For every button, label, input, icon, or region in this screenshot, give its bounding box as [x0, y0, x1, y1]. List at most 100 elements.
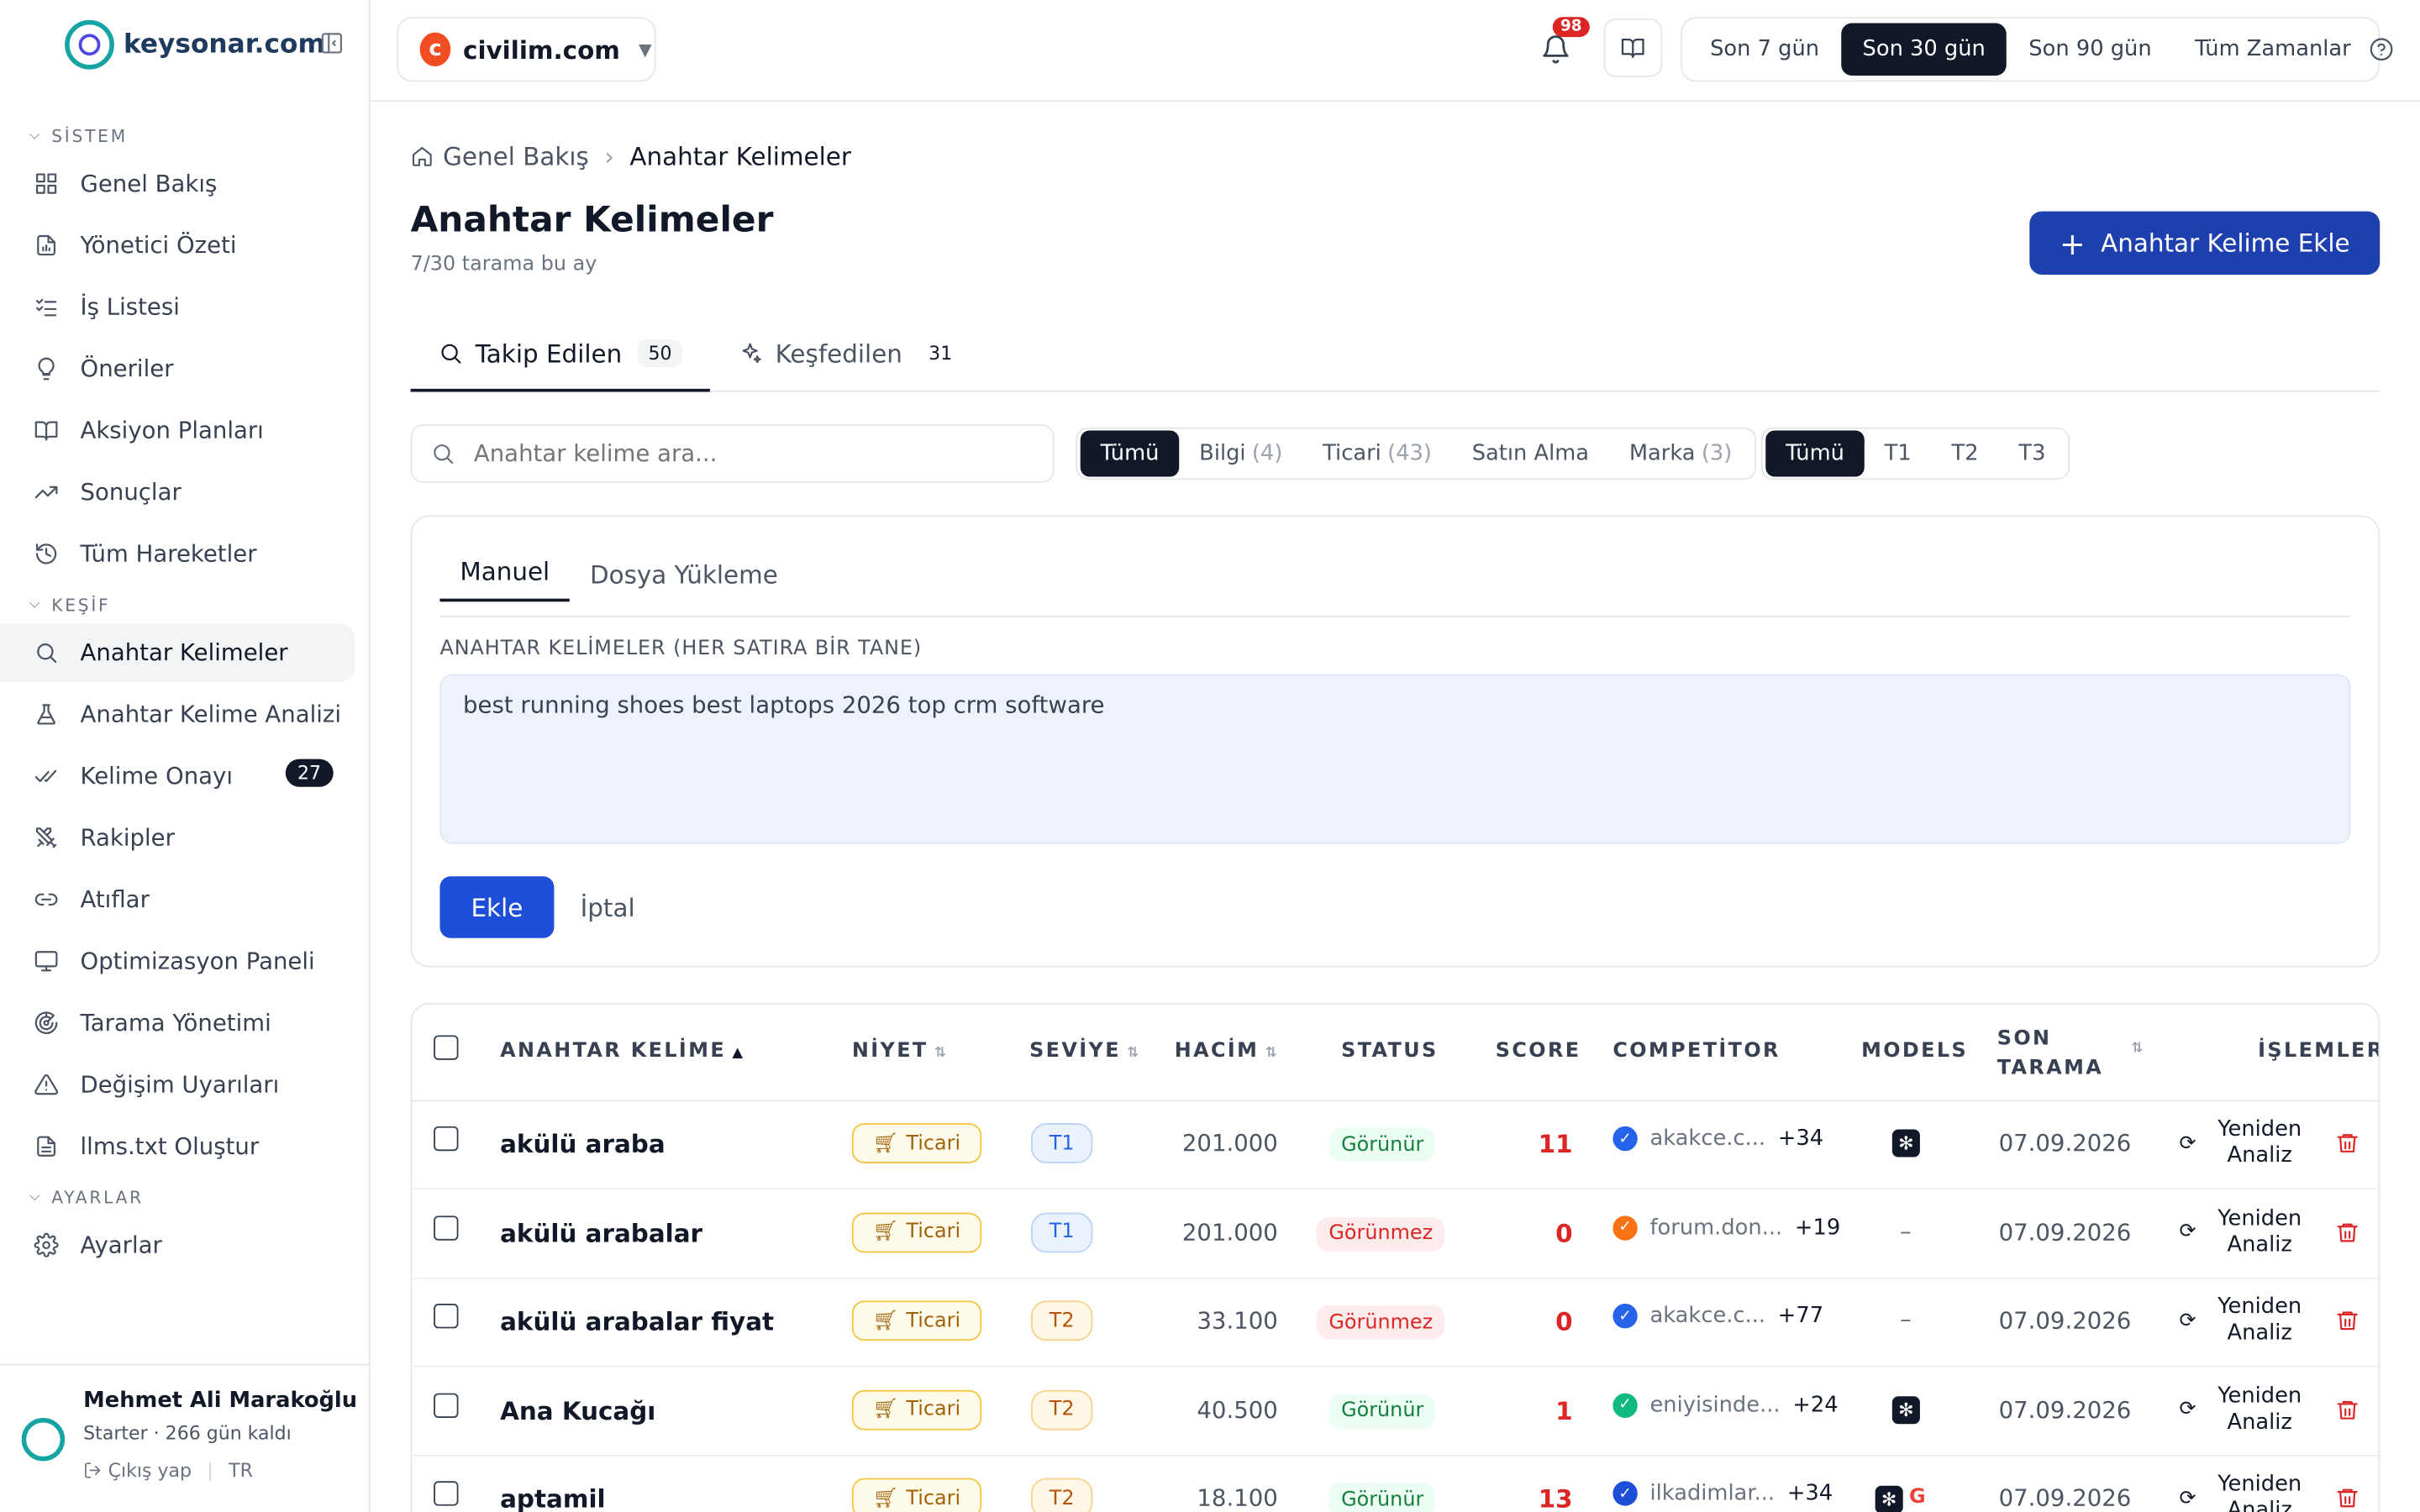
range-son-7-gun[interactable]: Son 7 gün — [1688, 24, 1840, 76]
intent-filter-ticari[interactable]: Ticari (43) — [1302, 430, 1452, 476]
intent-filter-bilgi[interactable]: Bilgi (4) — [1179, 430, 1302, 476]
range-son-30-gun[interactable]: Son 30 gün — [1840, 23, 2007, 76]
bell-icon[interactable] — [1540, 34, 1571, 65]
trash-icon[interactable] — [2335, 1131, 2360, 1155]
sidebar-item-tum-hareketler[interactable]: Tüm Hareketler — [0, 524, 355, 583]
row-checkbox[interactable] — [434, 1126, 459, 1152]
col-last-scan[interactable]: SON TARAMA — [1997, 1025, 2103, 1084]
search-input[interactable] — [471, 438, 1033, 470]
range-son-90-gun[interactable]: Son 90 gün — [2007, 24, 2174, 76]
table-row[interactable]: akülü arabalar fiyat 🛒︎ Ticari T2 33.100 Görü… — [412, 1278, 2379, 1368]
add-keyword-button[interactable]: + Anahtar Kelime Ekle — [2029, 211, 2381, 275]
site-selector[interactable]: c civilim.com ▼ — [397, 17, 656, 82]
level-filter-t3[interactable]: T3 — [1998, 430, 2065, 476]
check-double-icon — [34, 769, 57, 783]
breadcrumb-home[interactable]: Genel Bakış — [443, 142, 589, 171]
reanalyze-button[interactable]: ⟳ Yeniden Analiz — [2179, 1294, 2302, 1347]
sidebar-item-anahtar-kelimeler[interactable]: Anahtar Kelimeler — [0, 623, 355, 682]
table-row[interactable]: aptamil 🛒︎ Ticari T2 18.100 Görünür 13 ✓ ilkadim… — [412, 1455, 2378, 1512]
intent-filter-tumu[interactable]: Tümü — [1080, 430, 1180, 477]
row-checkbox[interactable] — [434, 1392, 459, 1418]
sidebar-item-is-listesi[interactable]: İş Listesi — [0, 278, 355, 337]
avatar[interactable] — [21, 1417, 66, 1462]
models-empty: – — [1900, 1216, 1912, 1245]
competitor-cell[interactable]: ✓ akakce.c... +77 — [1612, 1304, 1823, 1329]
keyword-cell[interactable]: akülü arabalar fiyat — [500, 1307, 774, 1336]
competitor-cell[interactable]: ✓ eniyisinde... +24 — [1612, 1392, 1839, 1418]
sidebar-item-genel-bakis[interactable]: Genel Bakış — [0, 155, 355, 213]
row-checkbox[interactable] — [434, 1215, 459, 1240]
logo[interactable]: keysonar.com — [0, 0, 369, 71]
submit-button[interactable]: Ekle — [439, 876, 555, 938]
sidebar-item-yonetici-ozeti[interactable]: Yönetici Özeti — [0, 216, 355, 275]
table-row[interactable]: akülü arabalar 🛒︎ Ticari T1 201.000 Görünmez 0… — [412, 1189, 2379, 1278]
level-filter-tumu[interactable]: Tümü — [1765, 430, 1865, 477]
sidebar-item-kelime-onayi[interactable]: Kelime Onayı 27 — [0, 747, 355, 806]
table-row[interactable]: Ana Kucağı 🛒︎ Ticari T2 40.500 Görünür 1 ✓ eniyi… — [412, 1366, 2379, 1456]
keyword-cell[interactable]: akülü arabalar — [500, 1218, 702, 1247]
sidebar-item-aksiyon-planlari[interactable]: Aksiyon Planları — [0, 402, 355, 460]
reanalyze-button[interactable]: ⟳ Yeniden Analiz — [2179, 1472, 2302, 1512]
trash-icon[interactable] — [2335, 1486, 2360, 1510]
tab-tracked[interactable]: Takip Edilen 50 — [410, 318, 711, 392]
sidebar-item-atiflar[interactable]: Atıflar — [0, 870, 355, 929]
col-level[interactable]: SEVİYE ⇅ — [1029, 1040, 1140, 1063]
competitor-cell[interactable]: ✓ ilkadimlar... +34 — [1612, 1481, 1833, 1506]
reanalyze-button[interactable]: ⟳ Yeniden Analiz — [2179, 1383, 2302, 1436]
tab-discovered[interactable]: Keşfedilen 31 — [710, 318, 991, 388]
language-toggle[interactable]: TR — [229, 1460, 253, 1482]
reanalyze-button[interactable]: ⟳ Yeniden Analiz — [2179, 1205, 2302, 1257]
intent-filter-marka[interactable]: Marka (3) — [1609, 430, 1752, 476]
sidebar-item-ayarlar[interactable]: Ayarlar — [0, 1215, 355, 1274]
competitor-cell[interactable]: ✓ akakce.c... +34 — [1612, 1126, 1823, 1152]
keywords-textarea[interactable]: best running shoes best laptops 2026 top… — [439, 674, 2351, 844]
sidebar-item-optimizasyon-paneli[interactable]: Optimizasyon Paneli — [0, 932, 355, 990]
tab-manual[interactable]: Manuel — [439, 544, 571, 602]
sidebar-item-degisim-uyarilari[interactable]: Değişim Uyarıları — [0, 1055, 355, 1114]
docs-button[interactable] — [1603, 18, 1663, 77]
sidebar-item-tarama-yonetimi[interactable]: Tarama Yönetimi — [0, 994, 355, 1053]
swords-icon — [35, 827, 57, 848]
level-filter-t1[interactable]: T1 — [1865, 430, 1932, 476]
section-sistem[interactable]: ⌵ SİSTEM — [0, 120, 369, 151]
home-icon[interactable] — [411, 145, 434, 169]
intent-filter-satin-alma[interactable]: Satın Alma — [1452, 430, 1609, 476]
last-scan-cell: 07.09.2026 — [1998, 1395, 2132, 1424]
sidebar-item-sonuclar[interactable]: Sonuçlar — [0, 463, 355, 522]
logout-link[interactable]: Çıkış yap — [108, 1460, 192, 1482]
sort-icon[interactable]: ⇅ — [2132, 1042, 2145, 1057]
trash-icon[interactable] — [2335, 1309, 2360, 1333]
sidebar-item-oneriler[interactable]: Öneriler — [0, 339, 355, 398]
trash-icon[interactable] — [2335, 1220, 2360, 1244]
col-volume[interactable]: HACİM ⇅ — [1175, 1040, 1279, 1063]
reanalyze-button[interactable]: ⟳ Yeniden Analiz — [2179, 1117, 2302, 1169]
sidebar-collapse-icon[interactable] — [319, 31, 344, 55]
row-checkbox[interactable] — [434, 1481, 459, 1506]
keyword-cell[interactable]: aptamil — [500, 1484, 606, 1512]
col-intent[interactable]: NİYET ⇅ — [852, 1040, 948, 1063]
competitor-favicon-icon: ✓ — [1612, 1392, 1638, 1418]
sidebar-item-label: Sonuçlar — [80, 478, 182, 507]
sidebar-item-rakipler[interactable]: Rakipler — [0, 808, 355, 867]
competitor-cell[interactable]: ✓ forum.don... +19 — [1612, 1215, 1840, 1240]
trash-icon[interactable] — [2335, 1397, 2360, 1421]
help-icon[interactable] — [2369, 37, 2393, 61]
sidebar-item-llms-txt-olustur[interactable]: llms.txt Oluştur — [0, 1117, 355, 1176]
sidebar-item-anahtar-kelime-analizi[interactable]: Anahtar Kelime Analizi — [0, 685, 355, 744]
section-ayarlar[interactable]: ⌵ AYARLAR — [0, 1182, 369, 1213]
keyword-cell[interactable]: Ana Kucağı — [500, 1395, 655, 1425]
level-filter-t2[interactable]: T2 — [1932, 430, 1999, 476]
range-tum-zamanlar[interactable]: Tüm Zamanlar — [2173, 24, 2372, 76]
score-cell: 0 — [1555, 1218, 1573, 1248]
row-checkbox[interactable] — [434, 1304, 459, 1329]
select-all-checkbox[interactable] — [434, 1035, 459, 1060]
col-keyword[interactable]: ANAHTAR KELİME ▲ — [500, 1040, 744, 1063]
logout-icon[interactable] — [83, 1461, 102, 1479]
table-row[interactable]: akülü araba 🛒︎ Ticari T1 201.000 Görünür 11 ✓ ak… — [412, 1100, 2379, 1190]
section-kesif[interactable]: ⌵ KEŞİF — [0, 590, 369, 621]
keyword-cell[interactable]: akülü araba — [500, 1129, 666, 1158]
tab-file-upload[interactable]: Dosya Yükleme — [570, 544, 798, 601]
cancel-button[interactable]: İptal — [581, 893, 635, 922]
plus-icon: + — [2059, 224, 2086, 262]
radar-icon — [34, 1011, 58, 1035]
